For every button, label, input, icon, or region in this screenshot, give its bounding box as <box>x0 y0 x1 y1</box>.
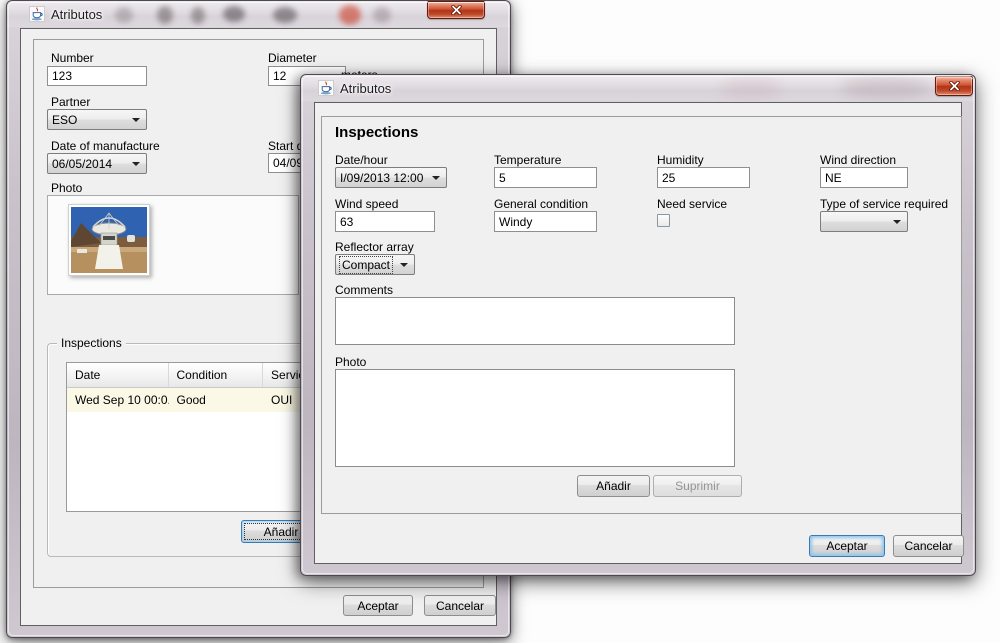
titlebar-blur-blob <box>339 5 361 25</box>
partner-combobox[interactable]: ESO <box>47 109 147 130</box>
column-header-date[interactable]: Date <box>67 363 169 387</box>
chevron-down-icon <box>400 263 408 267</box>
chevron-down-icon <box>132 118 140 122</box>
add-button[interactable]: Añadir <box>577 475 650 497</box>
java-cup-icon <box>318 80 334 96</box>
date-hour-combobox[interactable]: I/09/2013 12:00 <box>335 167 447 188</box>
wind-speed-field[interactable] <box>335 211 435 232</box>
accept-button[interactable]: Aceptar <box>809 535 885 557</box>
antenna-photo[interactable] <box>68 204 150 276</box>
photo-area[interactable] <box>47 195 299 295</box>
diameter-label: Diameter <box>268 51 317 65</box>
titlebar-blur-blob <box>115 7 133 23</box>
chevron-down-icon <box>132 162 140 166</box>
java-cup-icon <box>29 6 45 22</box>
close-button[interactable] <box>935 76 973 96</box>
attributes-window-front: Atributos Inspections Date/hour I/09/201… <box>300 74 976 576</box>
titlebar-blur-blob <box>157 6 173 24</box>
chevron-down-icon <box>893 220 901 224</box>
chevron-down-icon <box>432 176 440 180</box>
window-title: Atributos <box>340 81 391 96</box>
need-service-checkbox[interactable] <box>657 214 670 227</box>
date-hour-label: Date/hour <box>335 153 388 167</box>
titlebar-blur-blob <box>223 6 245 22</box>
humidity-label: Humidity <box>657 153 704 167</box>
wind-speed-label: Wind speed <box>335 197 398 211</box>
inspections-group-legend: Inspections <box>57 336 126 350</box>
start-date-label: Start d <box>268 139 303 153</box>
date-hour-value: I/09/2013 12:00 <box>340 171 423 185</box>
partner-value: ESO <box>52 113 77 127</box>
photo-label: Photo <box>51 181 82 195</box>
close-x-icon <box>949 81 960 91</box>
close-button[interactable] <box>427 1 485 19</box>
inspections-heading: Inspections <box>335 124 418 141</box>
comments-textarea[interactable] <box>335 297 735 345</box>
titlebar-blur-blob <box>373 7 391 23</box>
titlebar-blur-blob <box>841 77 931 99</box>
number-label: Number <box>51 51 94 65</box>
temperature-field[interactable] <box>494 167 597 188</box>
general-condition-field[interactable] <box>494 211 597 232</box>
partner-label: Partner <box>51 95 90 109</box>
reflector-array-combobox[interactable]: Compact <box>335 254 415 275</box>
titlebar-blur-blob <box>721 79 781 99</box>
photo-area[interactable] <box>335 369 735 467</box>
comments-label: Comments <box>335 283 393 297</box>
dialog-content: Inspections Date/hour I/09/2013 12:00 Te… <box>314 102 962 564</box>
titlebar[interactable]: Atributos <box>301 75 975 101</box>
close-x-icon <box>451 5 462 15</box>
wind-direction-label: Wind direction <box>820 153 896 167</box>
antenna-photo-image <box>71 207 147 273</box>
titlebar-blur-blob <box>191 7 205 24</box>
need-service-label: Need service <box>657 197 727 211</box>
service-type-combobox[interactable] <box>820 211 908 232</box>
number-field[interactable] <box>47 66 147 86</box>
reflector-array-value: Compact <box>340 257 392 273</box>
manufacture-date-value: 06/05/2014 <box>52 157 112 171</box>
titlebar-blur-blob <box>273 7 297 23</box>
cancel-button[interactable]: Cancelar <box>893 535 964 557</box>
reflector-array-label: Reflector array <box>335 240 414 254</box>
general-condition-label: General condition <box>494 197 588 211</box>
cancel-button[interactable]: Cancelar <box>424 595 496 616</box>
service-type-label: Type of service required <box>820 197 948 211</box>
cell-date: Wed Sep 10 00:0... <box>67 388 169 412</box>
manufacture-date-combobox[interactable]: 06/05/2014 <box>47 153 147 174</box>
humidity-field[interactable] <box>657 167 750 188</box>
cell-condition: Good <box>169 388 264 412</box>
photo-label: Photo <box>335 355 366 369</box>
delete-button[interactable]: Suprimir <box>653 475 742 497</box>
titlebar[interactable]: Atributos <box>7 1 510 27</box>
accept-button[interactable]: Aceptar <box>343 595 413 616</box>
column-header-condition[interactable]: Condition <box>169 363 264 387</box>
window-title: Atributos <box>51 7 102 22</box>
wind-direction-field[interactable] <box>820 167 908 188</box>
temperature-label: Temperature <box>494 153 561 167</box>
manufacture-date-label: Date of manufacture <box>51 139 160 153</box>
